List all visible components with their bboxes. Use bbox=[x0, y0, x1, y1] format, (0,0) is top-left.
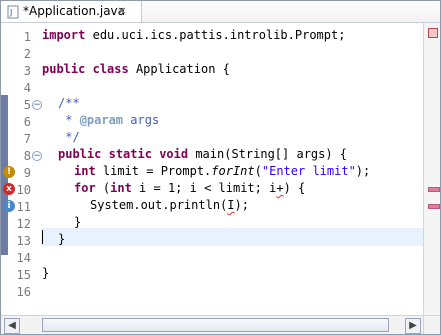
code-editor[interactable]: 1 2 3 4 5 6 7 8 9 10 11 12 13 14 15 16 −… bbox=[1, 23, 423, 315]
line-number-ruler: 1 2 3 4 5 6 7 8 9 10 11 12 13 14 15 16 −… bbox=[1, 23, 42, 315]
scroll-right-button[interactable]: ▶ bbox=[405, 318, 421, 334]
code-line-11: System.out.println(I); bbox=[90, 198, 249, 212]
info-icon[interactable]: i bbox=[3, 200, 15, 212]
text-caret bbox=[42, 230, 43, 244]
code-line-10: for (int i = 1; i < limit; i+) { bbox=[74, 181, 306, 195]
close-icon[interactable]: × bbox=[116, 5, 128, 17]
error-icon[interactable]: x bbox=[3, 183, 15, 195]
error-summary-icon[interactable] bbox=[428, 28, 438, 38]
scrollbar-thumb[interactable] bbox=[42, 318, 389, 332]
error-marker[interactable] bbox=[428, 187, 440, 192]
line-number: 14 bbox=[16, 251, 31, 265]
line-number: 5 bbox=[23, 98, 31, 112]
line-number: 16 bbox=[16, 285, 31, 299]
code-line-8: public static void main(String[] args) { bbox=[58, 147, 348, 161]
line-number: 7 bbox=[23, 132, 31, 146]
current-line-highlight bbox=[41, 228, 423, 246]
line-number: 12 bbox=[16, 217, 31, 231]
code-line-5: /** bbox=[58, 96, 80, 110]
line-number: 13 bbox=[16, 234, 31, 248]
fold-collapse-icon[interactable]: − bbox=[32, 100, 42, 110]
code-line-15: } bbox=[42, 266, 50, 280]
tab-bar: J *Application.java × bbox=[1, 1, 440, 23]
overview-ruler[interactable] bbox=[423, 23, 440, 315]
error-marker[interactable] bbox=[428, 204, 440, 209]
line-number: 2 bbox=[23, 47, 31, 61]
line-number: 6 bbox=[23, 115, 31, 129]
code-line-7: */ bbox=[58, 130, 80, 144]
code-line-9: int limit = Prompt.forInt("Enter limit")… bbox=[74, 164, 371, 178]
code-line-3: public class Application { bbox=[42, 62, 230, 76]
svg-text:J: J bbox=[9, 8, 12, 17]
tab-title: *Application.java bbox=[23, 4, 126, 18]
line-number: 3 bbox=[23, 64, 31, 78]
java-file-icon: J bbox=[7, 5, 19, 19]
tab-application-java[interactable]: J *Application.java × bbox=[1, 1, 142, 22]
line-number: 15 bbox=[16, 268, 31, 282]
line-number: 4 bbox=[23, 81, 31, 95]
import-path: edu.uci.ics.pattis.introlib.Prompt; bbox=[92, 28, 346, 42]
code-line-1: import edu.uci.ics.pattis.introlib.Promp… bbox=[42, 28, 346, 42]
line-number: 1 bbox=[23, 30, 31, 44]
code-line-6: * @param args bbox=[58, 113, 160, 127]
warning-icon[interactable]: ! bbox=[3, 166, 15, 178]
scrollbar-corner bbox=[423, 315, 440, 334]
editor-window: J *Application.java × 1 2 3 4 5 6 7 8 9 … bbox=[0, 0, 441, 335]
horizontal-scrollbar[interactable]: ◀ ▶ bbox=[1, 315, 423, 334]
code-line-12: } bbox=[74, 215, 82, 229]
code-line-13: } bbox=[58, 232, 66, 246]
line-number: 8 bbox=[23, 149, 31, 163]
fold-collapse-icon[interactable]: − bbox=[32, 151, 42, 161]
scroll-left-button[interactable]: ◀ bbox=[4, 318, 20, 334]
